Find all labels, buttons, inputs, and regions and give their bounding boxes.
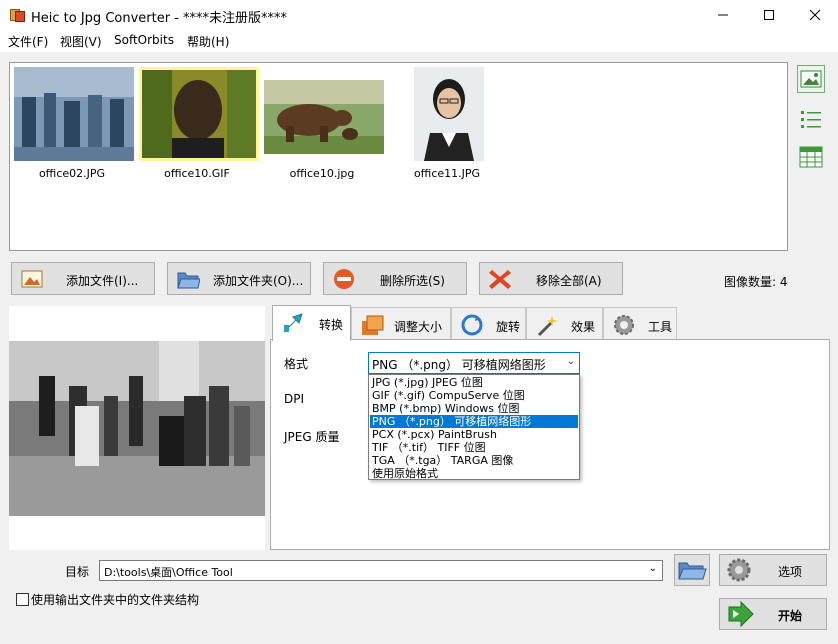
tab-rotate-label: 旋转	[496, 320, 521, 334]
thumbnail-caption: office02.JPG	[38, 167, 106, 180]
remove-all-label: 移除全部(A)	[536, 274, 602, 288]
minimize-icon	[718, 14, 728, 16]
thumbnail-caption: office10.jpg	[289, 167, 355, 180]
start-button[interactable]: 开始	[719, 598, 827, 630]
resize-icon	[362, 315, 384, 335]
magic-wand-icon	[537, 315, 558, 337]
menu-help[interactable]: 帮助(H)	[187, 33, 229, 50]
format-option-selected[interactable]: PNG （*.png） 可移植网络图形	[370, 415, 578, 428]
thumbnail-view-button[interactable]	[797, 65, 825, 93]
keep-structure-checkbox[interactable]	[16, 593, 29, 606]
gear-icon	[727, 558, 751, 582]
menu-file[interactable]: 文件(F)	[8, 33, 48, 50]
preview-pane	[9, 306, 265, 550]
options-label: 选项	[778, 565, 803, 579]
format-select-value: PNG （*.png） 可移植网络图形	[372, 358, 546, 372]
remove-selected-label: 删除所选(S)	[380, 274, 445, 288]
start-label: 开始	[778, 609, 803, 623]
photo-bears	[264, 80, 384, 154]
image-view-icon	[800, 70, 822, 88]
thumbnail-image	[414, 67, 484, 161]
maximize-icon	[764, 10, 774, 20]
thumbnail-image	[264, 80, 384, 154]
image-count: 图像数量: 4	[724, 275, 788, 289]
rotate-icon	[461, 314, 483, 336]
add-files-button[interactable]: 添加文件(I)...	[11, 262, 155, 295]
details-view-button[interactable]	[797, 143, 825, 171]
tab-rotate[interactable]: 旋转	[451, 307, 526, 340]
target-path-value: D:\tools\桌面\Office Tool	[104, 566, 233, 579]
thumbnail-image	[139, 67, 259, 161]
delete-x-icon	[489, 270, 511, 289]
window-title: Heic to Jpg Converter - ****未注册版****	[31, 11, 288, 26]
close-icon	[809, 9, 821, 21]
add-files-label: 添加文件(I)...	[66, 274, 139, 288]
target-path-input[interactable]: D:\tools\桌面\Office Tool ⌄	[99, 560, 663, 581]
maximize-button[interactable]	[746, 0, 792, 30]
tab-effects[interactable]: 效果	[526, 307, 603, 340]
add-image-icon	[21, 270, 43, 288]
close-button[interactable]	[792, 0, 838, 30]
format-dropdown-list[interactable]: JPG (*.jpg) JPEG 位图 GIF (*.gif) CompuSer…	[368, 374, 580, 480]
tab-convert-label: 转换	[319, 318, 344, 332]
preview-image	[9, 341, 265, 516]
format-select[interactable]: PNG （*.png） 可移植网络图形 ⌄	[368, 352, 580, 374]
thumbnail-list[interactable]: office02.JPG office10.GIF office10.jpg o…	[9, 62, 788, 251]
dpi-label: DPI	[284, 392, 305, 406]
folder-icon	[177, 272, 200, 289]
menu-softorbits[interactable]: SoftOrbits	[114, 33, 174, 47]
remove-selected-button[interactable]: 删除所选(S)	[323, 262, 467, 295]
chevron-down-icon[interactable]: ⌄	[649, 563, 657, 574]
folder-open-icon	[678, 562, 707, 580]
format-option[interactable]: JPG (*.jpg) JPEG 位图	[370, 376, 578, 389]
grid-view-icon	[799, 146, 823, 168]
tab-convert[interactable]: 转换	[272, 305, 351, 341]
remove-icon	[334, 269, 354, 289]
format-label: 格式	[284, 357, 309, 371]
menu-bar: 文件(F) 视图(V) SoftOrbits 帮助(H)	[0, 30, 838, 52]
format-option[interactable]: 使用原始格式	[370, 467, 578, 480]
list-view-button[interactable]	[797, 105, 825, 133]
tab-effects-label: 效果	[571, 320, 596, 334]
tab-tools[interactable]: 工具	[603, 307, 677, 340]
start-arrow-icon	[728, 600, 754, 628]
tab-resize[interactable]: 调整大小	[351, 307, 451, 340]
thumbnail-caption: office10.GIF	[164, 167, 230, 180]
jpeg-quality-label: JPEG 质量	[284, 430, 340, 444]
tab-bar: 转换 调整大小 旋转 效果 工具	[270, 305, 830, 341]
app-icon	[10, 7, 26, 23]
add-folder-button[interactable]: 添加文件夹(O)...	[167, 262, 311, 295]
options-button[interactable]: 选项	[719, 554, 827, 586]
tab-tools-label: 工具	[648, 320, 673, 334]
keep-structure-label: 使用输出文件夹中的文件夹结构	[31, 593, 200, 607]
chevron-down-icon: ⌄	[566, 356, 575, 367]
title-bar: Heic to Jpg Converter - ****未注册版****	[0, 0, 838, 30]
convert-arrow-icon	[283, 313, 303, 333]
format-option[interactable]: PCX (*.pcx) PaintBrush	[370, 428, 578, 441]
list-view-icon	[801, 111, 821, 128]
browse-folder-button[interactable]	[674, 554, 710, 586]
format-option[interactable]: GIF (*.gif) CompuServe 位图	[370, 389, 578, 402]
photo-portrait-man	[142, 70, 256, 158]
tab-resize-label: 调整大小	[394, 320, 443, 334]
photo-id-woman	[414, 67, 484, 161]
format-option[interactable]: TIF （*.tif） TIFF 位图	[370, 441, 578, 454]
gear-icon	[614, 315, 634, 335]
add-folder-label: 添加文件夹(O)...	[213, 274, 304, 288]
thumbnail-image	[14, 67, 134, 161]
menu-view[interactable]: 视图(V)	[60, 33, 102, 50]
thumbnail-caption: office11.JPG	[413, 167, 481, 180]
remove-all-button[interactable]: 移除全部(A)	[479, 262, 623, 295]
format-option[interactable]: BMP (*.bmp) Windows 位图	[370, 402, 578, 415]
minimize-button[interactable]	[700, 0, 746, 30]
format-option[interactable]: TGA （*.tga） TARGA 图像	[370, 454, 578, 467]
target-label: 目标	[65, 565, 90, 579]
photo-street-scene	[14, 67, 134, 161]
